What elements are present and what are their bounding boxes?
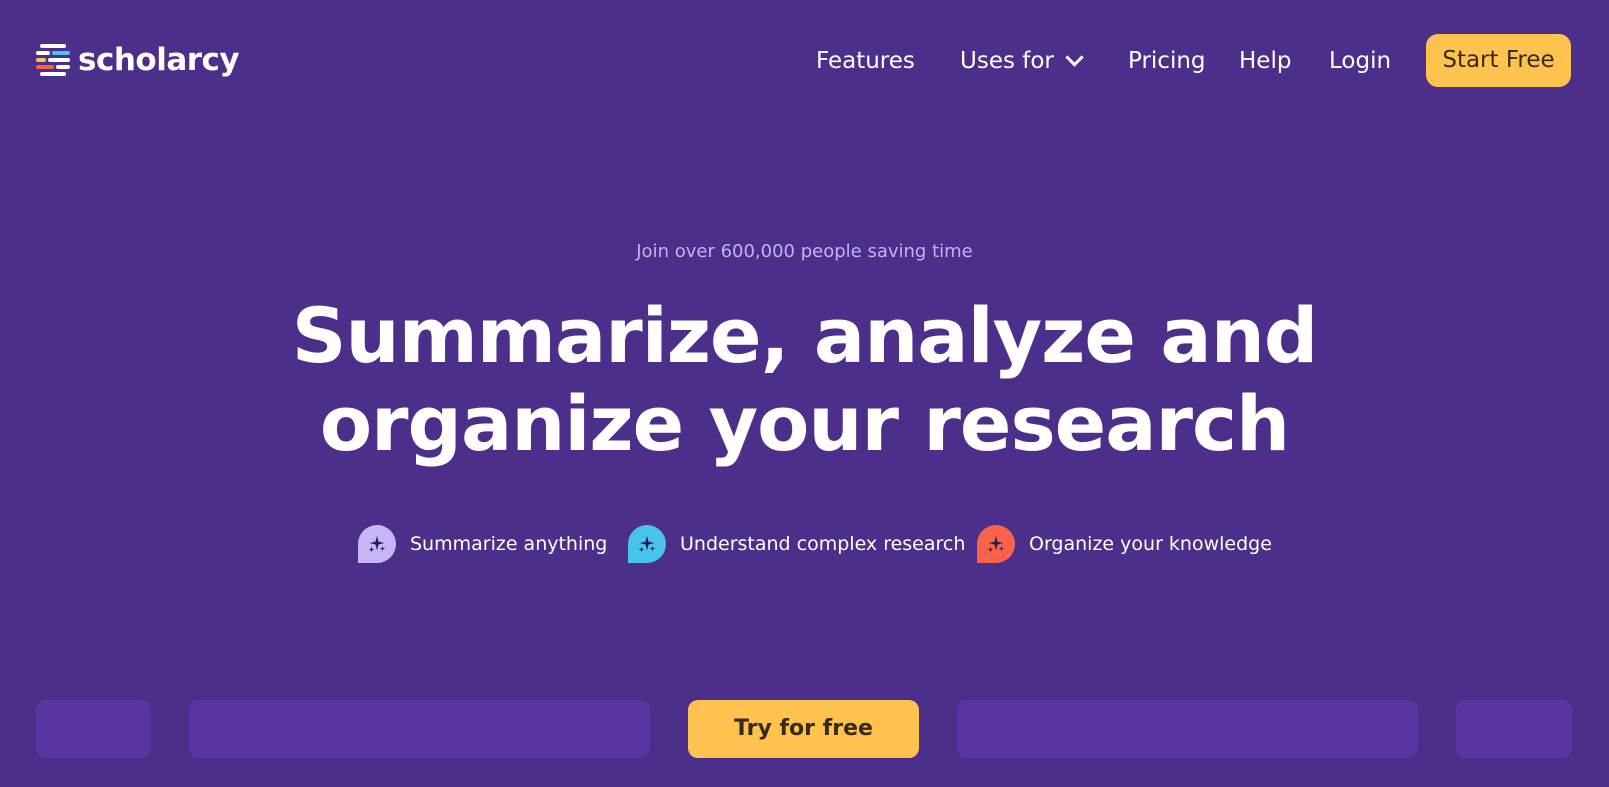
start-free-button[interactable]: Start Free <box>1426 34 1571 87</box>
bottom-card-3 <box>957 700 1418 758</box>
nav-help[interactable]: Help <box>1239 42 1291 80</box>
logo-text: scholarcy <box>78 42 240 78</box>
feature-organize-label: Organize your knowledge <box>1029 533 1272 555</box>
scholarcy-logo-icon <box>36 42 72 78</box>
hero-title-line-2: organize your research <box>319 379 1290 468</box>
nav-uses-for-label: Uses for <box>960 48 1054 74</box>
sparkle-bubble-icon <box>977 525 1015 563</box>
logo[interactable]: scholarcy <box>36 42 240 78</box>
nav-login[interactable]: Login <box>1329 42 1391 80</box>
nav-features[interactable]: Features <box>816 42 915 80</box>
feature-summarize-label: Summarize anything <box>410 533 608 555</box>
nav-uses-for[interactable]: Uses for <box>960 42 1084 80</box>
chevron-down-icon <box>1065 47 1084 67</box>
hero-kicker: Join over 600,000 people saving time <box>636 241 973 262</box>
sparkle-bubble-icon <box>358 525 396 563</box>
try-for-free-button[interactable]: Try for free <box>688 700 919 758</box>
feature-understand-label: Understand complex research <box>680 533 966 555</box>
bottom-card-1 <box>36 700 151 758</box>
hero-title: Summarize, analyze and organize your res… <box>0 292 1609 468</box>
hero-title-line-1: Summarize, analyze and <box>291 291 1318 380</box>
feature-summarize: Summarize anything <box>358 524 607 564</box>
feature-organize: Organize your knowledge <box>977 524 1272 564</box>
feature-understand: Understand complex research <box>628 524 965 564</box>
bottom-card-2 <box>189 700 650 758</box>
bottom-card-4 <box>1456 700 1572 758</box>
site-header: scholarcy Features Uses for Pricing Help… <box>0 0 1609 122</box>
feature-list: Summarize anything Understand complex re… <box>0 524 1609 564</box>
sparkle-bubble-icon <box>628 525 666 563</box>
nav-pricing[interactable]: Pricing <box>1128 42 1206 80</box>
